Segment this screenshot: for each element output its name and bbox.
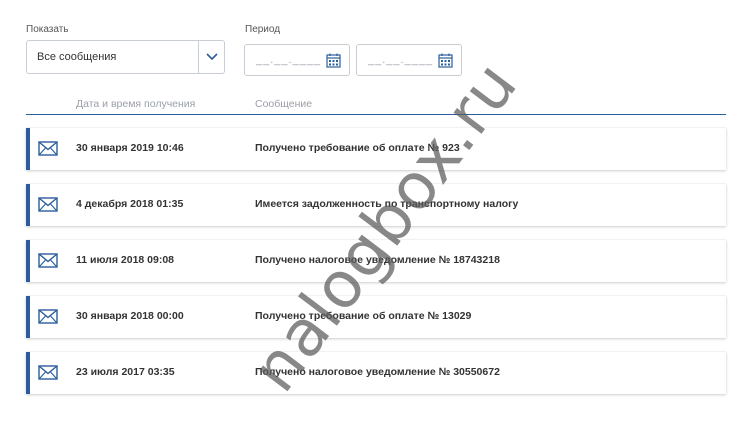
message-row[interactable]: 30 января 2019 10:46 Получено требование… (26, 128, 726, 170)
column-header-date: Дата и время получения (76, 98, 196, 110)
message-type-select[interactable]: Все сообщения (26, 40, 225, 74)
message-row[interactable]: 11 июля 2018 09:08 Получено налоговое ув… (26, 240, 726, 282)
envelope-icon (38, 253, 58, 268)
message-row[interactable]: 23 июля 2017 03:35 Получено налоговое ув… (26, 352, 726, 394)
message-date: 30 января 2018 00:00 (76, 310, 184, 322)
envelope-icon (38, 365, 58, 380)
message-type-value: Все сообщения (37, 51, 117, 63)
list-header: Дата и время получения Сообщение (26, 96, 726, 115)
message-text: Имеется задолженность по транспортному н… (255, 198, 519, 210)
message-row[interactable]: 30 января 2018 00:00 Получено требование… (26, 296, 726, 338)
date-to-input[interactable]: __.__.____ (356, 44, 462, 76)
message-text: Получено требование об оплате № 923 (255, 142, 460, 154)
date-from-placeholder: __.__.____ (256, 54, 322, 66)
column-header-message: Сообщение (255, 98, 313, 110)
show-label: Показать (26, 24, 69, 35)
calendar-icon[interactable] (438, 53, 453, 68)
message-list: 30 января 2019 10:46 Получено требование… (26, 128, 726, 408)
message-date: 11 июля 2018 09:08 (76, 254, 175, 266)
message-text: Получено налоговое уведомление № 1874321… (255, 254, 500, 266)
period-label: Период (245, 24, 281, 35)
chevron-down-icon[interactable] (198, 41, 224, 73)
filters-bar: Показать Все сообщения Период __.__.____… (26, 24, 726, 80)
date-to-placeholder: __.__.____ (368, 54, 434, 66)
message-row[interactable]: 4 декабря 2018 01:35 Имеется задолженнос… (26, 184, 726, 226)
date-from-input[interactable]: __.__.____ (244, 44, 350, 76)
envelope-icon (38, 197, 58, 212)
message-text: Получено требование об оплате № 13029 (255, 310, 472, 322)
message-date: 23 июля 2017 03:35 (76, 366, 175, 378)
calendar-icon[interactable] (326, 53, 341, 68)
envelope-icon (38, 309, 58, 324)
message-date: 30 января 2019 10:46 (76, 142, 184, 154)
message-text: Получено налоговое уведомление № 3055067… (255, 366, 500, 378)
envelope-icon (38, 141, 58, 156)
message-date: 4 декабря 2018 01:35 (76, 198, 184, 210)
